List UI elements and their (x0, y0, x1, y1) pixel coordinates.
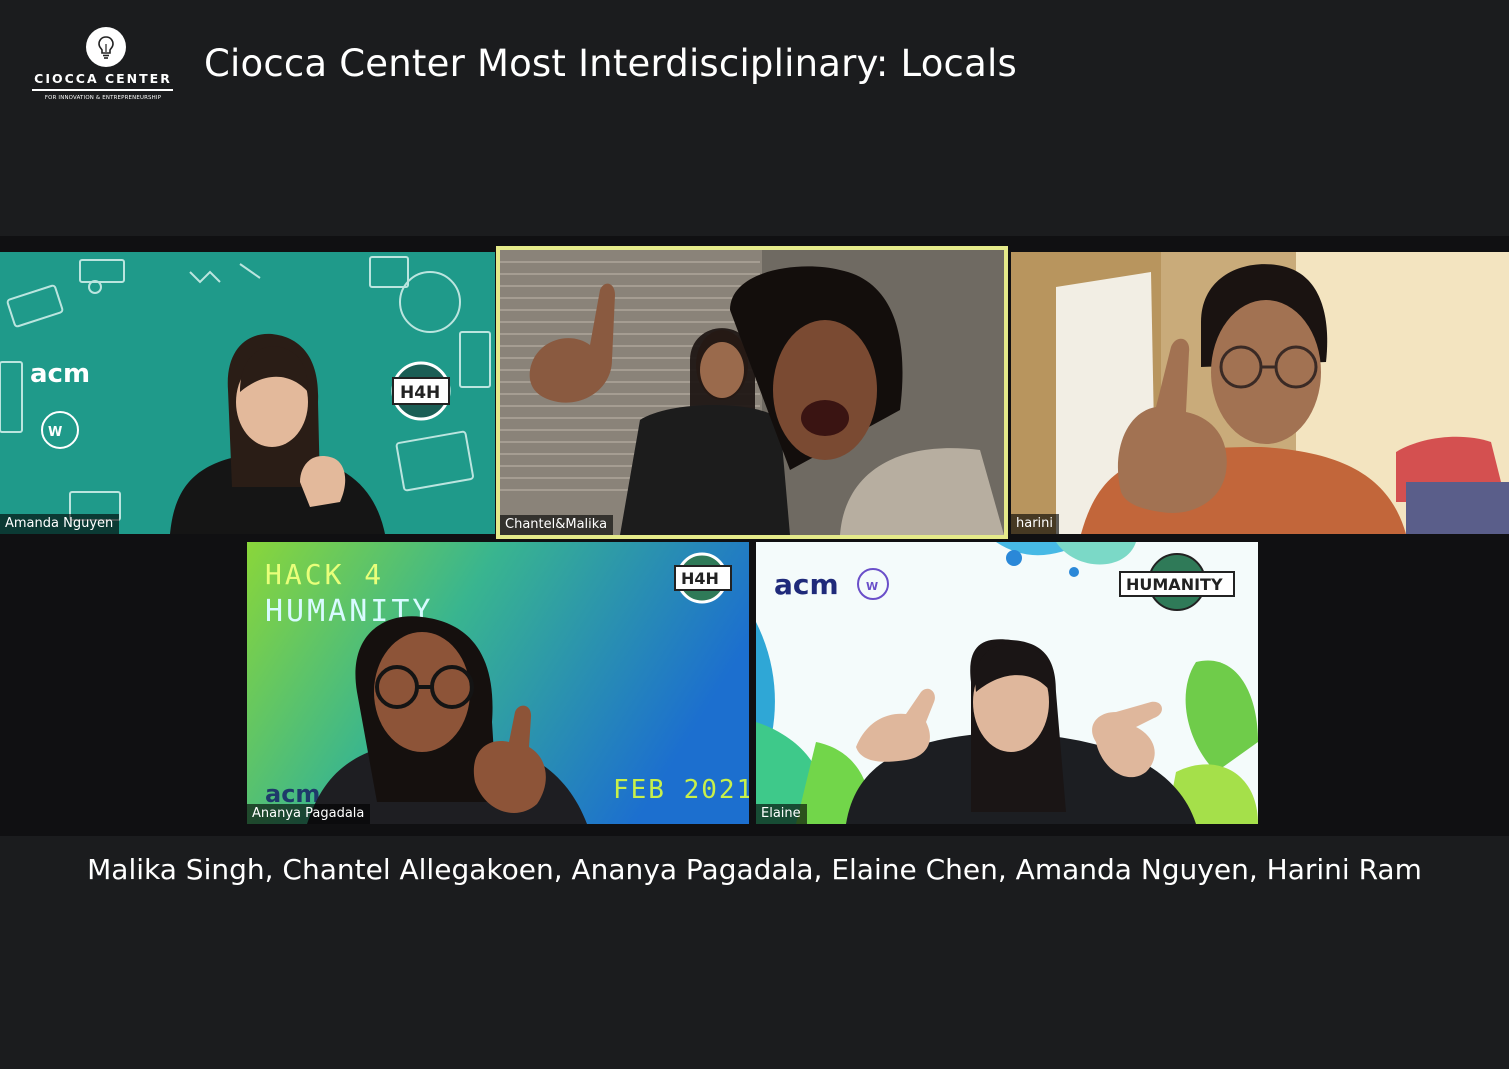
page-title: Ciocca Center Most Interdisciplinary: Lo… (204, 42, 1017, 85)
humanity-badge: HUMANITY (1126, 575, 1223, 594)
video-feed (1011, 252, 1509, 534)
video-tile-ananya[interactable]: HACK 4 HUMANITY FEB 2021 H4H acm Ananya … (247, 542, 749, 824)
participant-name: Elaine (756, 804, 807, 824)
logo-divider (32, 89, 173, 91)
lightbulb-icon (86, 27, 126, 67)
event-date: FEB 2021 (613, 775, 749, 805)
participant-name: Chantel&Malika (500, 515, 614, 535)
team-member-names: Malika Singh, Chantel Allegakoen, Ananya… (87, 853, 1422, 886)
participant-name: harini (1011, 514, 1060, 534)
video-feed: HACK 4 HUMANITY FEB 2021 H4H acm (247, 542, 749, 824)
svg-text:W: W (48, 425, 62, 440)
participant-name: Amanda Nguyen (0, 514, 120, 534)
svg-text:W: W (866, 580, 878, 593)
video-feed: acm W HUMANITY (756, 542, 1258, 824)
video-feed: acm W H4H (0, 252, 495, 534)
participant-name: Ananya Pagadala (247, 804, 371, 824)
video-gallery: acm W H4H Amanda Nguyen Chantel&Malika h… (0, 236, 1509, 836)
logo-subtitle: FOR INNOVATION & ENTREPRENEURSHIP (44, 95, 162, 101)
video-tile-amanda[interactable]: acm W H4H Amanda Nguyen (0, 252, 495, 534)
video-feed (500, 250, 1004, 535)
video-tile-chantel-malika[interactable]: Chantel&Malika (496, 246, 1008, 539)
video-tile-elaine[interactable]: acm W HUMANITY Elaine (756, 542, 1258, 824)
ciocca-center-logo: CIOCCA CENTER FOR INNOVATION & ENTREPREN… (32, 27, 174, 105)
h4h-badge: H4H (681, 569, 719, 588)
banner-line-1: HACK 4 (265, 558, 384, 591)
video-tile-harini[interactable]: harini (1011, 252, 1509, 534)
acm-logo: acm (30, 359, 90, 389)
acm-logo: acm (774, 568, 839, 601)
logo-name: CIOCCA CENTER (34, 71, 172, 86)
svg-text:H4H: H4H (400, 383, 440, 403)
